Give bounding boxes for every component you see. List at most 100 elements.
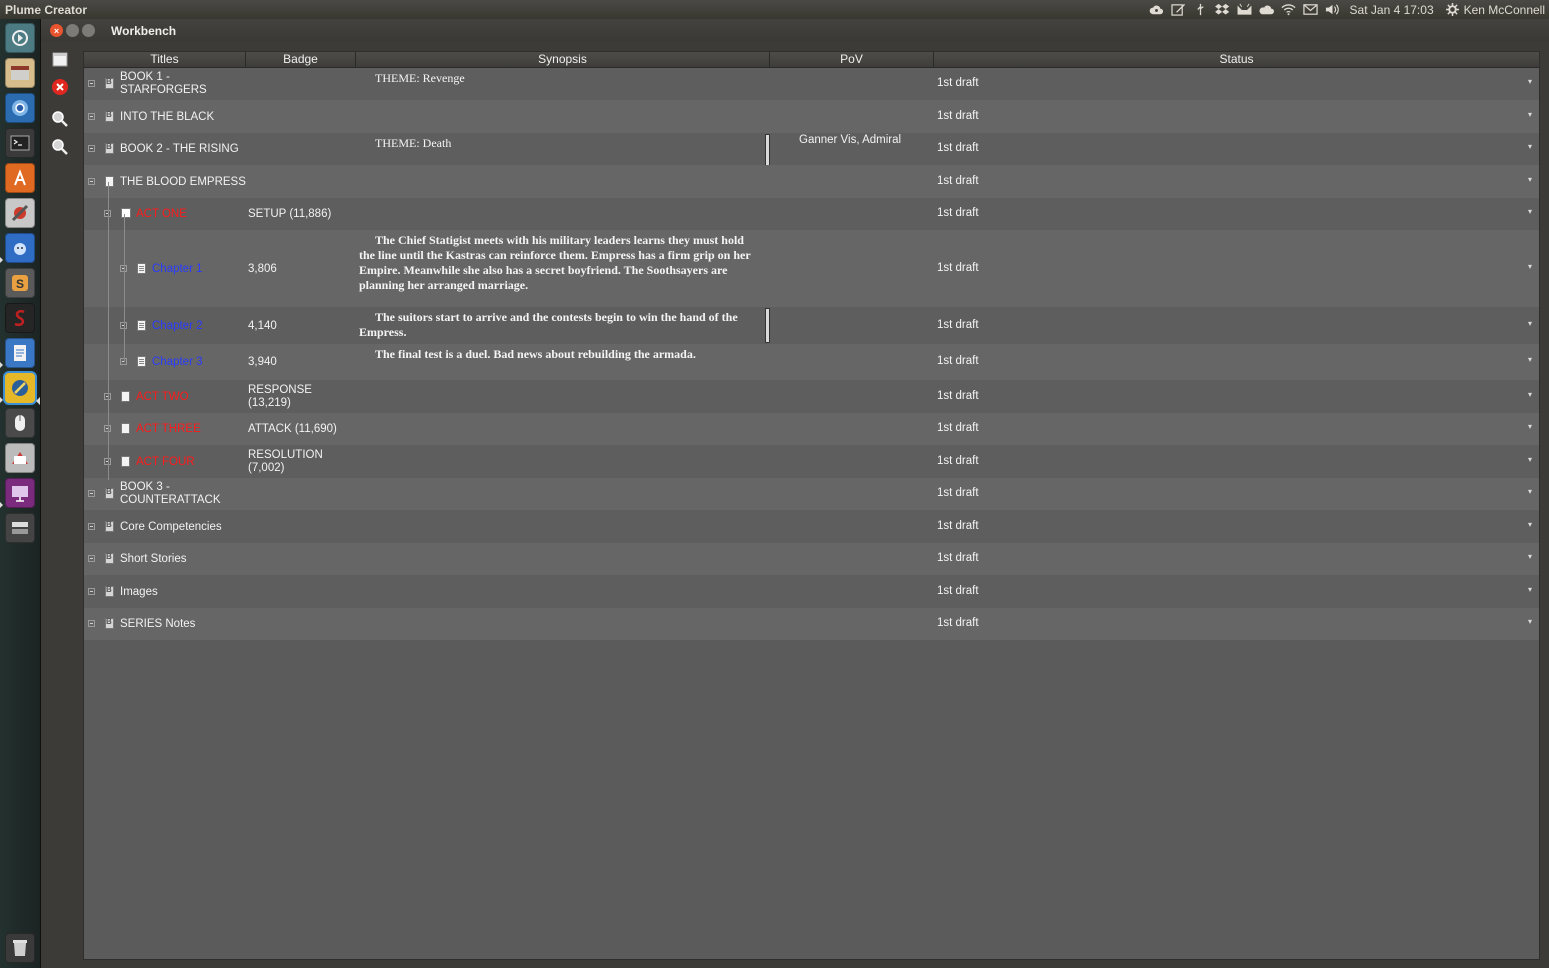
wifi-icon[interactable] xyxy=(1278,0,1300,19)
row-status[interactable]: 1st draft xyxy=(937,110,979,122)
row-status[interactable]: 1st draft xyxy=(937,390,979,402)
row-status[interactable]: 1st draft xyxy=(937,455,979,467)
synopsis-resize-handle[interactable] xyxy=(765,308,770,343)
row-title[interactable]: Images xyxy=(120,586,158,599)
scrivener-icon[interactable] xyxy=(5,303,35,333)
reader-icon[interactable] xyxy=(5,443,35,473)
status-dropdown-icon[interactable]: ▾ xyxy=(1528,390,1532,399)
writer-icon[interactable] xyxy=(5,338,35,368)
tree-row[interactable]: ACT ONE SETUP (11,886) 1st draft ▾ xyxy=(84,198,1539,230)
terminal-icon[interactable] xyxy=(5,128,35,158)
status-dropdown-icon[interactable]: ▾ xyxy=(1528,487,1532,496)
tree-row[interactable]: ACT THREE ATTACK (11,690) 1st draft ▾ xyxy=(84,413,1539,445)
window-maximize-button[interactable] xyxy=(82,24,95,37)
status-dropdown-icon[interactable]: ▾ xyxy=(1528,142,1532,151)
row-status[interactable]: 1st draft xyxy=(937,422,979,434)
tree-row[interactable]: BOOK 1 - STARFORGERS THEME: Revenge 1st dr… xyxy=(84,68,1539,100)
header-synopsis[interactable]: Synopsis xyxy=(356,52,770,67)
user-name[interactable]: Ken McConnell xyxy=(1464,3,1545,17)
row-status[interactable]: 1st draft xyxy=(937,207,979,219)
files-icon[interactable] xyxy=(5,58,35,88)
expand-toggle-icon[interactable] xyxy=(88,555,95,562)
row-title[interactable]: Short Stories xyxy=(120,553,186,566)
clock[interactable]: Sat Jan 4 17:03 xyxy=(1344,3,1442,17)
row-status[interactable]: 1st draft xyxy=(937,487,979,499)
presentation-icon[interactable] xyxy=(5,478,35,508)
row-title[interactable]: BOOK 2 - THE RISING xyxy=(120,143,239,156)
row-title[interactable]: INTO THE BLACK xyxy=(120,111,214,124)
tree-row[interactable]: INTO THE BLACK 1st draft ▾ xyxy=(84,100,1539,133)
window-minimize-button[interactable] xyxy=(66,24,79,37)
row-status[interactable]: 1st draft xyxy=(937,175,979,187)
status-dropdown-icon[interactable]: ▾ xyxy=(1528,319,1532,328)
status-dropdown-icon[interactable]: ▾ xyxy=(1528,262,1532,271)
tree-row[interactable]: Chapter 1 3,806 The Chief Statigist meets … xyxy=(84,230,1539,307)
synopsis-resize-handle[interactable] xyxy=(765,134,770,166)
tree-row[interactable]: SERIES Notes 1st draft ▾ xyxy=(84,608,1539,640)
disks-icon[interactable] xyxy=(5,513,35,543)
expand-toggle-icon[interactable] xyxy=(88,522,95,530)
row-status[interactable]: 1st draft xyxy=(937,520,979,532)
chromium-icon[interactable] xyxy=(5,93,35,123)
status-dropdown-icon[interactable]: ▾ xyxy=(1528,585,1532,594)
row-title[interactable]: ACT FOUR xyxy=(136,456,195,469)
tree-row[interactable]: THE BLOOD EMPRESS 1st draft ▾ xyxy=(84,165,1539,198)
row-synopsis[interactable]: The suitors start to arrive and the cont… xyxy=(359,310,751,340)
weather-icon[interactable] xyxy=(1256,0,1278,19)
volume-icon[interactable] xyxy=(1322,0,1344,19)
session-gear-icon[interactable] xyxy=(1442,0,1464,19)
usb-icon[interactable] xyxy=(1190,0,1212,19)
settings-icon[interactable] xyxy=(5,198,35,228)
row-status[interactable]: 1st draft xyxy=(937,552,979,564)
row-pov[interactable]: Ganner Vis, Admiral xyxy=(799,134,901,146)
tree-row[interactable]: BOOK 2 - THE RISING THEME: Death Ganner Vi… xyxy=(84,133,1539,166)
sublime-icon[interactable]: S xyxy=(5,268,35,298)
zoom-out-icon[interactable] xyxy=(49,136,71,158)
row-status[interactable]: 1st draft xyxy=(937,319,979,331)
status-dropdown-icon[interactable]: ▾ xyxy=(1528,617,1532,626)
row-title[interactable]: BOOK 1 - STARFORGERS xyxy=(120,71,230,97)
status-dropdown-icon[interactable]: ▾ xyxy=(1528,355,1532,364)
row-title[interactable]: THE BLOOD EMPRESS xyxy=(120,176,246,189)
status-dropdown-icon[interactable]: ▾ xyxy=(1528,520,1532,529)
row-synopsis[interactable]: The final test is a duel. Bad news about… xyxy=(359,347,751,362)
status-dropdown-icon[interactable]: ▾ xyxy=(1528,175,1532,184)
tree-row[interactable]: Short Stories 1st draft ▾ xyxy=(84,543,1539,575)
tree-row[interactable]: Chapter 3 3,940 The final test is a duel. … xyxy=(84,344,1539,380)
expand-toggle-icon[interactable] xyxy=(88,145,95,152)
mouse-icon[interactable] xyxy=(5,408,35,438)
row-status[interactable]: 1st draft xyxy=(937,355,979,367)
dash-icon[interactable] xyxy=(5,23,35,53)
new-doc-icon[interactable] xyxy=(49,48,71,70)
header-badge[interactable]: Badge xyxy=(246,52,356,67)
window-close-button[interactable]: × xyxy=(50,24,63,37)
tree-row[interactable]: Chapter 2 4,140 The suitors start to arriv… xyxy=(84,307,1539,344)
expand-toggle-icon[interactable] xyxy=(88,80,95,87)
header-status[interactable]: Status xyxy=(934,52,1539,67)
trash-icon[interactable] xyxy=(5,933,35,963)
tree-row[interactable]: BOOK 3 - COUNTERATTACK 1st draft ▾ xyxy=(84,478,1539,510)
status-dropdown-icon[interactable]: ▾ xyxy=(1528,77,1532,86)
plume-icon[interactable] xyxy=(5,373,35,403)
close-doc-icon[interactable] xyxy=(49,76,71,98)
edit-icon[interactable] xyxy=(1168,0,1190,19)
row-title[interactable]: BOOK 3 - COUNTERATTACK xyxy=(120,481,230,507)
cloud-icon[interactable] xyxy=(1146,0,1168,19)
mail-icon[interactable] xyxy=(1300,0,1322,19)
tree-row[interactable]: Core Competencies 1st draft ▾ xyxy=(84,510,1539,543)
row-title[interactable]: ACT TWO xyxy=(136,391,189,404)
status-dropdown-icon[interactable]: ▾ xyxy=(1528,207,1532,216)
row-status[interactable]: 1st draft xyxy=(937,585,979,597)
row-title[interactable]: SERIES Notes xyxy=(120,618,195,631)
header-pov[interactable]: PoV xyxy=(770,52,934,67)
expand-toggle-icon[interactable] xyxy=(88,177,95,185)
row-status[interactable]: 1st draft xyxy=(937,617,979,629)
row-status[interactable]: 1st draft xyxy=(937,77,979,89)
expand-toggle-icon[interactable] xyxy=(88,112,95,120)
row-synopsis[interactable]: The Chief Statigist meets with his milit… xyxy=(359,233,751,293)
row-status[interactable]: 1st draft xyxy=(937,142,979,154)
row-title[interactable]: ACT ONE xyxy=(136,208,187,221)
zoom-in-icon[interactable] xyxy=(49,108,71,130)
app-icon[interactable] xyxy=(5,233,35,263)
dropbox-icon[interactable] xyxy=(1212,0,1234,19)
